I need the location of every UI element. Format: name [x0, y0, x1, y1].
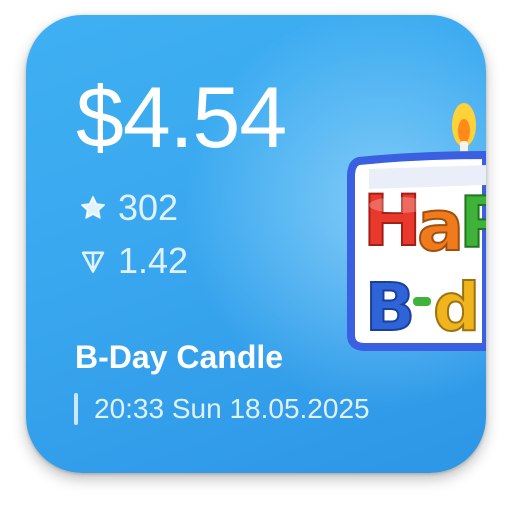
gift-date: 20:33 Sun 18.05.2025 — [74, 393, 370, 425]
flame-icon — [452, 103, 476, 147]
gift-widget-card[interactable]: $4.54 302 1.42 B-Day Candle 20:33 Sun 18… — [26, 15, 486, 473]
stars-value: 302 — [118, 187, 179, 228]
ton-stat: 1.42 — [78, 243, 188, 279]
svg-text:H: H — [363, 180, 422, 262]
date-divider — [74, 393, 78, 425]
star-icon — [78, 193, 108, 223]
svg-text:a: a — [417, 185, 464, 267]
svg-text:P: P — [459, 182, 486, 264]
svg-text:B: B — [365, 269, 415, 346]
ton-value: 1.42 — [118, 240, 189, 281]
gift-title: B-Day Candle — [75, 339, 284, 375]
datetime-text: 20:33 Sun 18.05.2025 — [94, 393, 370, 424]
birthday-candle-sticker: H a P B d — [329, 85, 486, 365]
price-value: $4.54 — [76, 70, 287, 166]
stars-stat: 302 — [78, 190, 178, 226]
svg-text:d: d — [433, 269, 480, 346]
ton-icon — [78, 246, 108, 276]
